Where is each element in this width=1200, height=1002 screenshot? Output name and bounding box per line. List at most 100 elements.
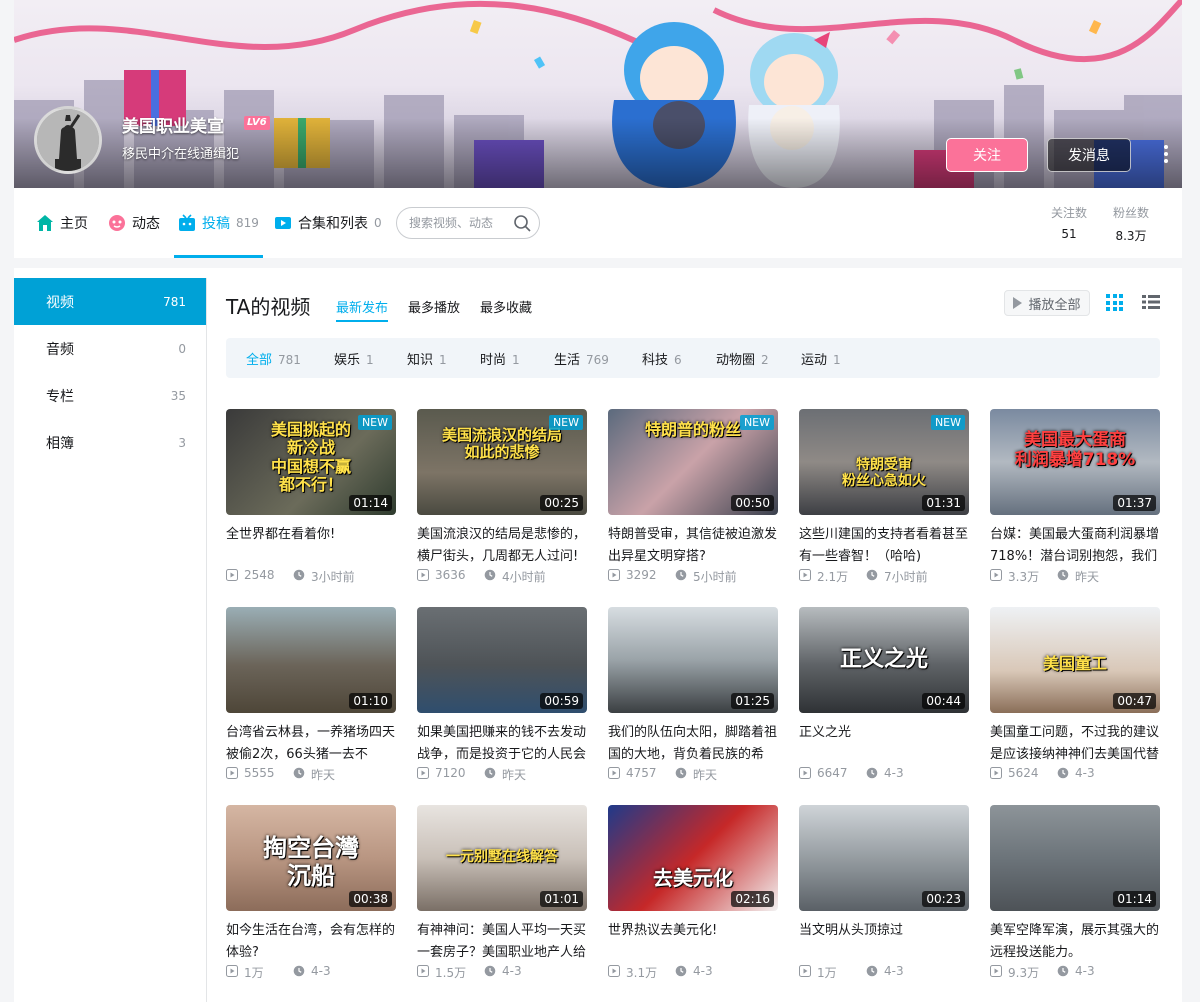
video-thumbnail[interactable]: 美国流浪汉的结局 如此的悲惨 NEW 00:25	[417, 409, 587, 515]
video-thumbnail[interactable]: 01:25	[608, 607, 778, 713]
sidebar-item-video[interactable]: 视频 781	[14, 278, 206, 325]
tab-uploads-count: 819	[236, 216, 259, 230]
video-card[interactable]: 掏空台灣 沉船 00:38 如今生活在台湾，会有怎样的体验? 1万 4-3	[226, 805, 396, 985]
clock-icon	[866, 569, 878, 581]
filter-item[interactable]: 全部 781	[246, 349, 301, 368]
filter-item[interactable]: 生活 769	[554, 349, 609, 368]
video-title[interactable]: 这些川建国的支持者看着甚至有一些睿智！（哈哈)	[799, 524, 969, 568]
video-card[interactable]: 一元别墅在线解答 01:01 有神神问：美国人平均一天买一套房子？美国职业地产人给 1…	[417, 805, 587, 985]
list-view-icon[interactable]	[1142, 294, 1160, 310]
video-duration: 00:44	[922, 693, 965, 709]
following-stat[interactable]: 关注数 51	[1048, 204, 1090, 241]
play-count: 2548	[244, 568, 275, 582]
tab-collections[interactable]: 合集和列表 0	[274, 188, 382, 258]
filter-item[interactable]: 动物圈 2	[716, 349, 769, 368]
message-button[interactable]: 发消息	[1047, 138, 1131, 172]
home-icon	[37, 215, 53, 231]
video-card[interactable]: 01:14 美军空降军演，展示其强大的远程投送能力。 9.3万 4-3	[990, 805, 1160, 985]
tab-latest[interactable]: 最新发布	[336, 297, 389, 322]
video-duration: 00:23	[922, 891, 965, 907]
play-count: 3.3万	[1008, 570, 1040, 584]
publish-time: 3小时前	[311, 570, 355, 584]
video-title[interactable]: 美国童工问题，不过我的建议是应该接纳神神们去美国代替	[990, 722, 1160, 766]
filter-item[interactable]: 运动 1	[801, 349, 841, 368]
video-card[interactable]: 特朗普的粉丝 NEW 00:50 特朗普受审，其信徒被迫激发出异星文明穿搭? 3292 5…	[608, 409, 778, 589]
video-card[interactable]: 美国童工 00:47 美国童工问题，不过我的建议是应该接纳神神们去美国代替 5624 4…	[990, 607, 1160, 787]
play-count-icon	[608, 569, 620, 581]
user-avatar[interactable]	[34, 106, 102, 174]
follow-button[interactable]: 关注	[946, 138, 1028, 172]
video-title[interactable]: 有神神问：美国人平均一天买一套房子？美国职业地产人给	[417, 920, 587, 964]
play-count-icon	[799, 767, 811, 779]
video-title[interactable]: 美国流浪汉的结局是悲惨的，横尸街头，几周都无人过问!	[417, 524, 587, 568]
tab-most-played[interactable]: 最多播放	[408, 297, 460, 316]
video-thumbnail[interactable]: 去美元化 02:16	[608, 805, 778, 911]
video-title[interactable]: 美军空降军演，展示其强大的远程投送能力。	[990, 920, 1160, 964]
video-card[interactable]: 特朗受审 粉丝心急如火 NEW 01:31 这些川建国的支持者看着甚至有一些睿智！（哈…	[799, 409, 969, 589]
tab-home[interactable]: 主页	[36, 188, 88, 258]
video-thumbnail[interactable]: 掏空台灣 沉船 00:38	[226, 805, 396, 911]
video-title[interactable]: 世界热议去美元化!	[608, 920, 778, 964]
video-card[interactable]: 00:59 如果美国把赚来的钱不去发动战争，而是投资于它的人民会 7120 昨天	[417, 607, 587, 787]
filter-item[interactable]: 娱乐 1	[334, 349, 374, 368]
video-thumbnail[interactable]: 美国最大蛋商 利润暴增718% 01:37	[990, 409, 1160, 515]
video-thumbnail[interactable]: 00:59	[417, 607, 587, 713]
search-icon[interactable]	[513, 214, 531, 232]
filter-item[interactable]: 知识 1	[407, 349, 447, 368]
grid-view-icon[interactable]	[1106, 294, 1123, 311]
video-title[interactable]: 如果美国把赚来的钱不去发动战争，而是投资于它的人民会	[417, 722, 587, 766]
tab-most-favorited[interactable]: 最多收藏	[480, 297, 532, 316]
clock-icon	[1057, 965, 1069, 977]
sidebar-item-articles[interactable]: 专栏 35	[14, 372, 206, 419]
video-title[interactable]: 当文明从头顶掠过	[799, 920, 969, 964]
video-thumbnail[interactable]: 特朗受审 粉丝心急如火 NEW 01:31	[799, 409, 969, 515]
publish-time: 4-3	[693, 964, 713, 978]
play-count-icon	[226, 767, 238, 779]
tab-dynamic[interactable]: 动态	[108, 188, 160, 258]
video-thumbnail[interactable]: 01:14	[990, 805, 1160, 911]
video-title[interactable]: 正义之光	[799, 722, 969, 766]
video-title[interactable]: 全世界都在看着你!	[226, 524, 396, 568]
publish-time: 昨天	[311, 768, 336, 782]
filter-item[interactable]: 时尚 1	[480, 349, 520, 368]
video-card[interactable]: 00:23 当文明从头顶掠过 1万 4-3	[799, 805, 969, 985]
play-count-icon	[608, 767, 620, 779]
video-thumbnail[interactable]: 美国挑起的 新冷战 中国想不赢 都不行！ NEW 01:14	[226, 409, 396, 515]
video-meta: 5555 昨天	[226, 764, 396, 782]
video-title[interactable]: 我们的队伍向太阳，脚踏着祖国的大地，背负着民族的希	[608, 722, 778, 766]
thumbnail-caption: 美国最大蛋商 利润暴增718%	[1014, 430, 1136, 470]
video-thumbnail[interactable]: 特朗普的粉丝 NEW 00:50	[608, 409, 778, 515]
play-count: 7120	[435, 766, 466, 780]
sidebar-item-albums[interactable]: 相簿 3	[14, 419, 206, 466]
video-thumbnail[interactable]: 01:10	[226, 607, 396, 713]
publish-time: 4-3	[1075, 964, 1095, 978]
filter-item[interactable]: 科技 6	[642, 349, 682, 368]
video-title[interactable]: 台媒：美国最大蛋商利润暴增718%！潜台词别抱怨，我们	[990, 524, 1160, 568]
video-title[interactable]: 如今生活在台湾，会有怎样的体验?	[226, 920, 396, 964]
video-card[interactable]: 01:10 台湾省云林县，一养猪场四天被偷2次，66头猪一去不 5555 昨天	[226, 607, 396, 787]
video-card[interactable]: 美国流浪汉的结局 如此的悲惨 NEW 00:25 美国流浪汉的结局是悲惨的，横尸街头，…	[417, 409, 587, 589]
video-thumbnail[interactable]: 正义之光 00:44	[799, 607, 969, 713]
play-all-button[interactable]: 播放全部	[1004, 290, 1090, 316]
video-card[interactable]: 美国最大蛋商 利润暴增718% 01:37 台媒：美国最大蛋商利润暴增718%！潜台…	[990, 409, 1160, 589]
video-thumbnail[interactable]: 00:23	[799, 805, 969, 911]
video-card[interactable]: 01:25 我们的队伍向太阳，脚踏着祖国的大地，背负着民族的希 4757 昨天	[608, 607, 778, 787]
filter-item-label: 时尚	[480, 353, 507, 368]
video-title[interactable]: 特朗普受审，其信徒被迫激发出异星文明穿搭?	[608, 524, 778, 568]
search-input[interactable]	[409, 208, 509, 238]
more-options-icon[interactable]	[1158, 142, 1174, 166]
play-count-icon	[226, 965, 238, 977]
play-count: 1万	[244, 966, 264, 980]
sidebar-item-audio[interactable]: 音频 0	[14, 325, 206, 372]
video-card[interactable]: 正义之光 00:44 正义之光 6647 4-3	[799, 607, 969, 787]
filter-item-count: 1	[439, 353, 447, 367]
video-thumbnail[interactable]: 一元别墅在线解答 01:01	[417, 805, 587, 911]
tab-uploads[interactable]: 投稿 819	[174, 188, 263, 258]
video-title[interactable]: 台湾省云林县，一养猪场四天被偷2次，66头猪一去不	[226, 722, 396, 766]
video-card[interactable]: 美国挑起的 新冷战 中国想不赢 都不行！ NEW 01:14 全世界都在看着你! 254…	[226, 409, 396, 589]
video-card[interactable]: 去美元化 02:16 世界热议去美元化! 3.1万 4-3	[608, 805, 778, 985]
clock-icon	[484, 569, 496, 581]
clock-icon	[484, 965, 496, 977]
fans-stat[interactable]: 粉丝数 8.3万	[1110, 204, 1152, 244]
video-thumbnail[interactable]: 美国童工 00:47	[990, 607, 1160, 713]
